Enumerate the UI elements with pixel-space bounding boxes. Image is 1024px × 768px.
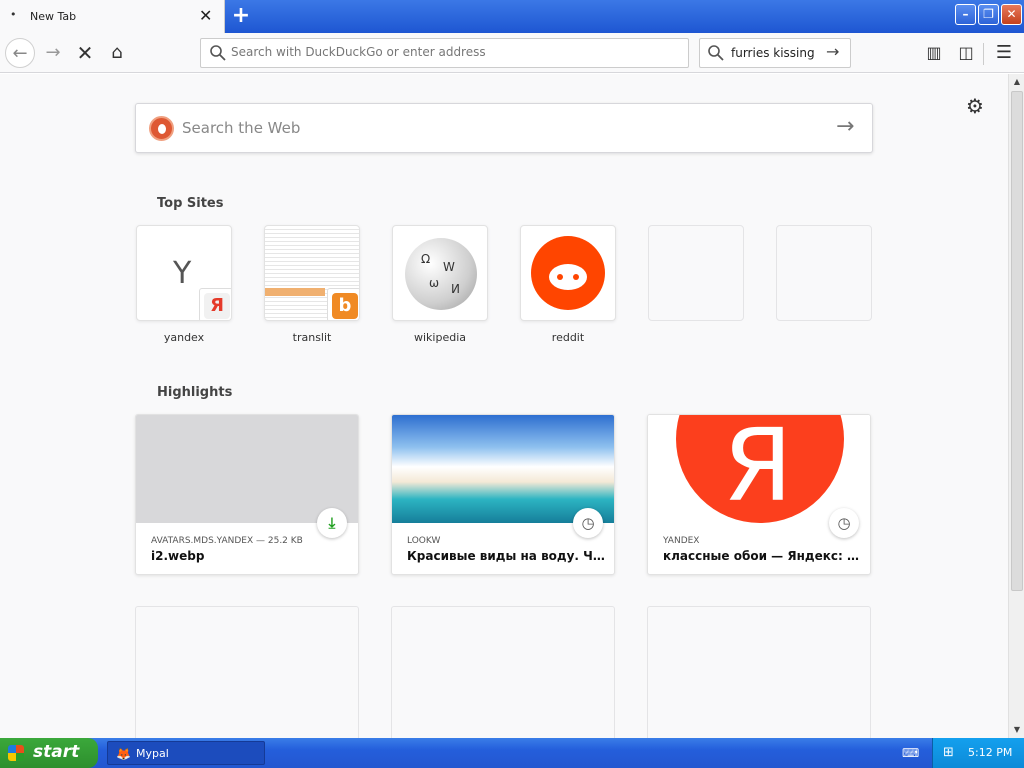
windows-flag-icon — [8, 745, 24, 761]
tab-new-tab[interactable]: • New Tab ✕ — [0, 0, 225, 33]
home-button[interactable]: ⌂ — [102, 38, 132, 68]
reddit-logo-icon — [531, 236, 605, 310]
top-site-label: reddit — [551, 331, 585, 344]
start-button[interactable]: start — [0, 738, 98, 768]
top-site-label: yandex — [163, 331, 205, 344]
taskbar: start 🦊 Mypal ⌨ ⊞ 5:12 PM — [0, 738, 1024, 768]
forward-button[interactable]: → — [38, 38, 68, 68]
highlight-card[interactable]: ⤓ AVATARS.MDS.YANDEX — 25.2 KB i2.webp — [135, 414, 359, 575]
clock: 5:12 PM — [968, 746, 1013, 759]
highlight-image: Я — [648, 414, 870, 524]
taskbar-item-label: Mypal — [136, 747, 169, 760]
highlights-title: Highlights — [157, 385, 233, 400]
web-search-go-button[interactable]: → — [836, 114, 854, 139]
sidebar-button[interactable]: ◫ — [951, 38, 981, 68]
navigation-toolbar: ← → ✕ ⌂ furries kissing → ▥ ◫ ☰ — [0, 33, 1024, 73]
highlight-card[interactable]: Я ◷ YANDEX классные обои — Яндекс: наш… — [647, 414, 871, 575]
system-tray: ⊞ 5:12 PM — [932, 738, 1024, 768]
top-site-yandex[interactable]: Y Я yandex — [136, 225, 232, 344]
highlight-placeholder — [135, 606, 359, 738]
top-sites-title: Top Sites — [157, 196, 224, 211]
search-bar-value[interactable]: furries kissing — [731, 46, 815, 60]
reddit-face — [549, 264, 587, 290]
highlight-host: LOOKW — [407, 536, 441, 546]
highlight-image — [136, 415, 358, 523]
highlight-card[interactable]: ◷ LOOKW Красивые виды на воду. Часть… — [391, 414, 615, 575]
top-site-placeholder[interactable] — [776, 225, 872, 321]
highlight-title[interactable]: классные обои — Яндекс: наш… — [663, 549, 863, 563]
download-icon[interactable]: ⤓ — [317, 508, 347, 538]
scrollbar-thumb[interactable] — [1011, 91, 1023, 591]
highlight-image — [392, 415, 614, 523]
mypal-app-icon: 🦊 — [116, 747, 131, 761]
tab-loading-indicator: • — [10, 8, 17, 21]
clock-icon[interactable]: ◷ — [573, 508, 603, 538]
top-site-letter: Y — [173, 256, 192, 291]
top-site-tile[interactable]: Y Я — [136, 225, 232, 321]
highlight-host: YANDEX — [663, 536, 700, 546]
network-icon[interactable]: ⊞ — [943, 745, 954, 760]
url-input[interactable] — [231, 45, 671, 59]
wikipedia-globe-icon: Ω W ω И — [405, 238, 477, 310]
yandex-badge-icon: Я — [199, 288, 231, 320]
back-button[interactable]: ← — [5, 38, 35, 68]
search-icon — [210, 45, 226, 61]
top-site-empty-slot[interactable] — [648, 225, 744, 321]
top-site-wikipedia[interactable]: Ω W ω И wikipedia — [392, 225, 488, 344]
new-tab-page: ⚙ → Top Sites Y Я yandex b translit Ω W — [0, 74, 1008, 738]
page-preview-band — [265, 288, 325, 296]
keyboard-layout-icon[interactable]: ⌨ — [902, 746, 919, 760]
top-site-tile[interactable]: b — [264, 225, 360, 321]
yandex-logo-icon: Я — [204, 293, 230, 319]
tab-title: New Tab — [30, 10, 77, 23]
top-site-translit[interactable]: b translit — [264, 225, 360, 344]
top-site-empty-slot[interactable] — [776, 225, 872, 321]
minimize-button[interactable]: – — [955, 4, 976, 25]
settings-gear-icon[interactable]: ⚙ — [966, 94, 984, 118]
highlight-placeholder — [647, 606, 871, 738]
stop-button[interactable]: ✕ — [70, 38, 100, 68]
highlight-host: AVATARS.MDS.YANDEX — 25.2 KB — [151, 536, 303, 546]
highlight-title[interactable]: Красивые виды на воду. Часть… — [407, 549, 607, 563]
top-site-label: translit — [292, 331, 332, 344]
top-site-tile[interactable]: Ω W ω И — [392, 225, 488, 321]
toolbar-separator — [983, 43, 984, 65]
maximize-button[interactable]: ❐ — [978, 4, 999, 25]
scroll-up-arrow-icon[interactable]: ▲ — [1009, 74, 1024, 90]
taskbar-item-mypal[interactable]: 🦊 Mypal — [107, 741, 265, 765]
translit-badge-icon: b — [327, 288, 359, 320]
search-bar[interactable]: furries kissing → — [699, 38, 851, 68]
start-label: start — [33, 742, 80, 762]
library-button[interactable]: ▥ — [919, 38, 949, 68]
url-bar[interactable] — [200, 38, 689, 68]
search-go-button[interactable]: → — [826, 42, 839, 61]
duckduckgo-logo-icon — [149, 116, 174, 141]
title-bar: • New Tab ✕ + – ❐ ✕ — [0, 0, 1024, 33]
top-site-placeholder[interactable] — [648, 225, 744, 321]
top-site-reddit[interactable]: reddit — [520, 225, 616, 344]
translit-logo-icon: b — [332, 293, 358, 319]
highlight-placeholder — [391, 606, 615, 738]
highlight-title[interactable]: i2.webp — [151, 549, 351, 563]
window-close-button[interactable]: ✕ — [1001, 4, 1022, 25]
top-site-label: wikipedia — [413, 331, 466, 344]
web-search-input[interactable] — [182, 119, 782, 137]
yandex-logo-letter: Я — [723, 414, 793, 524]
search-icon — [708, 45, 724, 61]
clock-icon[interactable]: ◷ — [829, 508, 859, 538]
vertical-scrollbar[interactable]: ▲ ▼ — [1008, 74, 1024, 738]
hamburger-menu-button[interactable]: ☰ — [989, 38, 1019, 68]
new-tab-button[interactable]: + — [228, 2, 254, 30]
top-site-tile[interactable] — [520, 225, 616, 321]
scroll-down-arrow-icon[interactable]: ▼ — [1009, 722, 1024, 738]
tab-close-button[interactable]: ✕ — [199, 6, 212, 26]
web-search-box[interactable]: → — [135, 103, 873, 153]
